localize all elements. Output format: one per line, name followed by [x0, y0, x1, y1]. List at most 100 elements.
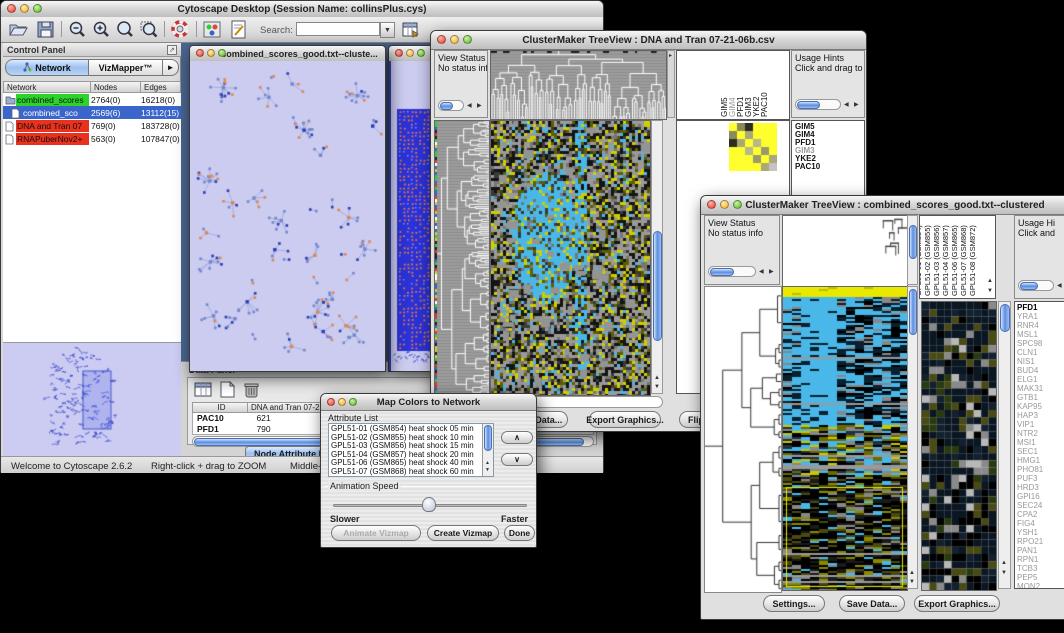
treeview1-summary-matrix[interactable] — [729, 123, 777, 171]
create-vizmap-button[interactable]: Create Vizmap — [427, 525, 499, 541]
zoom-button[interactable] — [733, 200, 742, 209]
treeview2-heatmap-vscrollbar[interactable]: ▲▼ — [907, 286, 918, 589]
gene-label[interactable]: PFD1 — [1017, 303, 1043, 312]
tab-network[interactable]: Network — [5, 59, 89, 76]
gene-label[interactable]: KAP95 — [1017, 402, 1043, 411]
treeview2-button-0[interactable]: Settings... — [763, 595, 825, 612]
tab-vizmapper[interactable]: VizMapper™ — [89, 59, 163, 76]
animate-vizmap-button[interactable]: Animate Vizmap — [331, 525, 421, 541]
search-input[interactable] — [296, 22, 380, 36]
close-button[interactable] — [437, 35, 446, 44]
gene-label[interactable]: PAN1 — [1017, 546, 1043, 555]
network-view-canvas[interactable] — [190, 61, 385, 371]
gene-label[interactable]: MAK31 — [1017, 384, 1043, 393]
gene-label[interactable]: BUD4 — [1017, 366, 1043, 375]
minimize-button[interactable] — [338, 398, 346, 406]
delete-attribute-icon[interactable] — [242, 381, 262, 401]
minimize-button[interactable] — [450, 35, 459, 44]
network-row[interactable]: DNA and Tran 07769(0)183728(0) — [3, 119, 181, 132]
scroll-right-icon[interactable]: ▶ — [854, 102, 859, 108]
mini-hscrollbar[interactable] — [795, 99, 841, 110]
gene-label[interactable]: SPC98 — [1017, 339, 1043, 348]
treeview2-titlebar[interactable]: ClusterMaker TreeView : combined_scores_… — [701, 196, 1064, 215]
gene-label[interactable]: HMG1 — [1017, 456, 1043, 465]
column-label[interactable]: GPL51-02 (GSM855) — [924, 225, 932, 296]
zoom-selected-button[interactable] — [139, 19, 161, 43]
column-label[interactable]: GPL51-07 (GSM868) — [960, 225, 968, 296]
treeview2-zoom-heatmap[interactable] — [921, 301, 997, 591]
col-nodes[interactable]: Nodes — [91, 81, 141, 93]
gene-label[interactable]: MSL1 — [1017, 330, 1043, 339]
treeview1-row-dendrogram[interactable] — [434, 120, 490, 396]
network-name[interactable]: DNA and Tran 07 — [16, 120, 89, 132]
zoom-button[interactable] — [218, 49, 226, 57]
column-label[interactable]: GPL51-08 (GSM872) — [969, 225, 977, 296]
zoom-button[interactable] — [349, 398, 357, 406]
open-session-button[interactable] — [7, 19, 29, 43]
attribute-list-vscrollbar[interactable]: ▲▼ — [482, 424, 493, 476]
treeview2-right-vscrollbar[interactable]: ▲▼ — [998, 301, 1011, 589]
scroll-thumb[interactable] — [710, 268, 734, 276]
treeview1-column-dendrogram[interactable] — [490, 50, 667, 120]
gene-label[interactable]: ELG1 — [1017, 375, 1043, 384]
gene-label[interactable]: GTB1 — [1017, 393, 1043, 402]
speed-slider-handle[interactable] — [422, 497, 436, 512]
scroll-left-icon[interactable]: ◀ — [844, 102, 849, 108]
done-button[interactable]: Done — [504, 525, 535, 541]
column-label[interactable]: GPL51-06 (GSM865) — [951, 225, 959, 296]
mini-hscrollbar[interactable] — [708, 266, 756, 277]
zoom-button[interactable] — [417, 49, 425, 57]
dialog-titlebar[interactable]: Map Colors to Network — [321, 394, 536, 411]
minimize-button[interactable] — [207, 49, 215, 57]
gene-label[interactable]: VIP1 — [1017, 420, 1043, 429]
gene-label[interactable]: PHO81 — [1017, 465, 1043, 474]
annotation-button[interactable] — [228, 19, 250, 43]
birdseye-view[interactable] — [3, 343, 181, 456]
gene-label[interactable]: TCB3 — [1017, 564, 1043, 573]
network-view-titlebar[interactable]: combined_scores_good.txt--cluste... — [190, 46, 385, 62]
network-name[interactable]: combined_sco — [22, 107, 89, 119]
network-row[interactable]: combined_sco2569(6)13112(15) — [3, 106, 181, 119]
save-session-button[interactable] — [35, 19, 57, 43]
treeview1-button-1[interactable]: Export Graphics... — [589, 411, 661, 428]
gene-label[interactable]: SEC1 — [1017, 447, 1043, 456]
treeview2-top-vscrollbar[interactable] — [907, 215, 918, 285]
scroll-right-icon[interactable]: ▶ — [477, 103, 482, 109]
move-down-button[interactable]: ∨ — [501, 453, 533, 466]
gene-label[interactable]: RNR4 — [1017, 321, 1043, 330]
mini-hscrollbar[interactable] — [438, 100, 464, 111]
gene-label[interactable]: PEP5 — [1017, 573, 1043, 582]
col-id[interactable]: ID — [192, 402, 248, 413]
treeview2-button-2[interactable]: Export Graphics... — [914, 595, 1000, 612]
scroll-thumb[interactable] — [440, 102, 453, 110]
move-up-button[interactable]: ∧ — [501, 431, 533, 444]
column-label[interactable]: GPL51-03 (GSM856) — [933, 225, 941, 296]
network-row[interactable]: combined_scores2764(0)16218(0) — [3, 93, 181, 106]
scroll-left-icon[interactable]: ◀ — [1057, 283, 1062, 289]
treeview1-heatmap-vscrollbar[interactable]: ▲▼ — [651, 120, 663, 394]
scroll-up-icon[interactable]: ▲ — [987, 278, 993, 284]
scroll-thumb[interactable] — [1020, 282, 1038, 290]
float-panel-icon[interactable]: ⇗ — [167, 45, 177, 55]
zoom-button[interactable] — [33, 4, 42, 13]
gene-label[interactable]: HAP3 — [1017, 411, 1043, 420]
column-label[interactable]: PAC10 — [761, 92, 769, 117]
search-dropdown-button[interactable]: ▼ — [380, 22, 395, 38]
gene-label[interactable]: RPO21 — [1017, 537, 1043, 546]
tab-overflow-button[interactable]: ► — [163, 59, 179, 76]
scroll-down-icon[interactable]: ▼ — [987, 288, 993, 294]
column-label[interactable]: GPL51-04 (GSM857) — [942, 225, 950, 296]
close-button[interactable] — [327, 398, 335, 406]
scroll-left-icon[interactable]: ◀ — [759, 269, 764, 275]
treeview1-heatmap[interactable] — [490, 120, 651, 396]
network-name[interactable]: RNAPuberNov2+ — [16, 133, 89, 145]
minimize-button[interactable] — [720, 200, 729, 209]
scroll-thumb[interactable] — [797, 101, 820, 109]
help-button[interactable] — [170, 19, 192, 43]
gene-label[interactable]: YSH1 — [1017, 528, 1043, 537]
gene-label[interactable]: RPN1 — [1017, 555, 1043, 564]
attribute-list-item[interactable]: GPL51-07 (GSM868) heat shock 60 min — [331, 468, 474, 477]
minimize-button[interactable] — [20, 4, 29, 13]
zoom-out-button[interactable] — [67, 19, 89, 43]
col-edges[interactable]: Edges — [141, 81, 181, 93]
